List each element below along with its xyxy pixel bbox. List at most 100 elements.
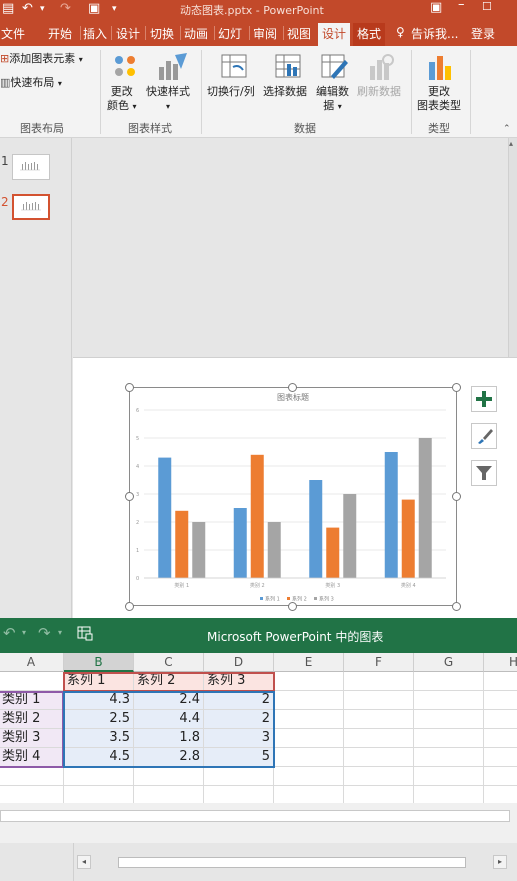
chart-filters-button[interactable]: [471, 460, 497, 486]
resize-handle[interactable]: [125, 602, 134, 611]
empty-cell[interactable]: [414, 767, 484, 786]
tab-slideshow[interactable]: 幻灯: [218, 25, 242, 42]
empty-cell[interactable]: [274, 767, 344, 786]
value-cell[interactable]: 2.4: [134, 691, 204, 710]
start-slideshow-icon[interactable]: ▣: [88, 1, 100, 16]
resize-handle[interactable]: [288, 383, 297, 392]
empty-cell[interactable]: [274, 729, 344, 748]
column-header-e[interactable]: E: [274, 653, 344, 672]
empty-cell[interactable]: [484, 729, 517, 748]
empty-cell[interactable]: [484, 767, 517, 786]
chart-object[interactable]: 图表标题 0 1 2 3 4 5 6 类别 1 类别 2 类别 3 类别 4 系列 1 系列 2 系列 3: [129, 387, 457, 606]
value-cell[interactable]: 4.3: [64, 691, 134, 710]
empty-cell[interactable]: [414, 748, 484, 767]
collapse-ribbon-icon[interactable]: ⌃: [503, 124, 511, 134]
tab-review[interactable]: 审阅: [253, 25, 277, 42]
resize-handle[interactable]: [125, 492, 134, 501]
tab-view[interactable]: 视图: [287, 25, 311, 42]
resize-handle[interactable]: [452, 492, 461, 501]
resize-handle[interactable]: [452, 383, 461, 392]
column-header-g[interactable]: G: [414, 653, 484, 672]
maximize-icon[interactable]: ☐: [482, 0, 492, 13]
save-icon[interactable]: ▤: [2, 1, 14, 16]
column-header-b[interactable]: B: [64, 653, 134, 672]
value-cell[interactable]: 5: [204, 748, 274, 767]
undo-icon[interactable]: ↶: [3, 624, 16, 642]
empty-cell[interactable]: [414, 672, 484, 691]
empty-cell[interactable]: [0, 767, 64, 786]
series-header-cell[interactable]: 系列 2: [134, 672, 204, 691]
edit-in-excel-icon[interactable]: [77, 625, 93, 641]
change-chart-type-button[interactable]: 更改 图表类型: [417, 85, 461, 113]
series-header-cell[interactable]: 系列 1: [64, 672, 134, 691]
add-chart-element-button[interactable]: ⊞添加图表元素 ▾: [0, 52, 83, 67]
value-cell[interactable]: 2.5: [64, 710, 134, 729]
scroll-left-icon[interactable]: ◂: [77, 855, 91, 869]
column-header-c[interactable]: C: [134, 653, 204, 672]
select-data-button[interactable]: 选择数据: [263, 85, 307, 99]
resize-handle[interactable]: [452, 602, 461, 611]
ribbon-display-icon[interactable]: ▣: [430, 0, 442, 15]
empty-cell[interactable]: [414, 729, 484, 748]
cell-a1[interactable]: [0, 672, 64, 691]
tab-transitions[interactable]: 切换: [150, 25, 174, 42]
chart-styles-button[interactable]: [471, 423, 497, 449]
value-cell[interactable]: 2.8: [134, 748, 204, 767]
scroll-right-icon[interactable]: ▸: [493, 855, 507, 869]
empty-cell[interactable]: [344, 672, 414, 691]
tab-animations[interactable]: 动画: [184, 25, 208, 42]
tell-me-search[interactable]: 告诉我...: [411, 25, 458, 42]
empty-cell[interactable]: [274, 691, 344, 710]
quick-layout-button[interactable]: ▥快速布局 ▾: [0, 76, 62, 91]
empty-cell[interactable]: [64, 767, 134, 786]
quick-styles-button[interactable]: 快速样式 ▾: [146, 85, 190, 114]
sign-in-link[interactable]: 登录: [471, 25, 495, 42]
customize-qat-icon[interactable]: ▾: [112, 4, 117, 14]
value-cell[interactable]: 4.5: [64, 748, 134, 767]
change-colors-button[interactable]: 更改 颜色 ▾: [107, 85, 137, 114]
column-header-a[interactable]: A: [0, 653, 64, 672]
tab-home[interactable]: 开始: [48, 25, 72, 42]
tab-design-main[interactable]: 设计: [116, 25, 140, 42]
empty-cell[interactable]: [274, 748, 344, 767]
empty-cell[interactable]: [484, 748, 517, 767]
switch-row-column-button[interactable]: 切换行/列: [207, 85, 255, 99]
undo-icon[interactable]: ↶: [22, 1, 33, 16]
value-cell[interactable]: 3.5: [64, 729, 134, 748]
edit-data-button[interactable]: 编辑数 据 ▾: [316, 85, 349, 114]
empty-cell[interactable]: [484, 672, 517, 691]
empty-cell[interactable]: [204, 767, 274, 786]
empty-cell[interactable]: [484, 710, 517, 729]
empty-cell[interactable]: [344, 729, 414, 748]
tab-file[interactable]: 文件: [1, 25, 25, 42]
category-cell[interactable]: 类别 3: [0, 729, 64, 748]
slide-thumbnail-1[interactable]: [12, 154, 50, 180]
empty-cell[interactable]: [274, 710, 344, 729]
tab-chart-format[interactable]: 格式: [353, 23, 386, 46]
category-cell[interactable]: 类别 2: [0, 710, 64, 729]
resize-handle[interactable]: [288, 602, 297, 611]
scroll-thumb[interactable]: [118, 857, 466, 868]
redo-icon[interactable]: ↷: [60, 1, 71, 16]
chart-elements-button[interactable]: [471, 386, 497, 412]
empty-cell[interactable]: [274, 672, 344, 691]
tab-chart-design[interactable]: 设计: [318, 23, 351, 46]
minimize-icon[interactable]: –: [458, 0, 465, 12]
value-cell[interactable]: 2: [204, 691, 274, 710]
empty-cell[interactable]: [484, 691, 517, 710]
refresh-data-button[interactable]: 刷新数据: [357, 85, 401, 99]
resize-handle[interactable]: [125, 383, 134, 392]
slide-thumbnail-2[interactable]: [12, 194, 50, 220]
value-cell[interactable]: 4.4: [134, 710, 204, 729]
undo-dropdown-icon[interactable]: ▾: [40, 4, 45, 14]
value-cell[interactable]: 2: [204, 710, 274, 729]
empty-cell[interactable]: [344, 710, 414, 729]
empty-cell[interactable]: [344, 748, 414, 767]
empty-cell[interactable]: [414, 710, 484, 729]
empty-cell[interactable]: [344, 691, 414, 710]
excel-horizontal-scrollbar[interactable]: [0, 810, 510, 822]
empty-cell[interactable]: [414, 691, 484, 710]
redo-icon[interactable]: ↷: [38, 624, 51, 642]
empty-cell[interactable]: [344, 767, 414, 786]
category-cell[interactable]: 类别 4: [0, 748, 64, 767]
